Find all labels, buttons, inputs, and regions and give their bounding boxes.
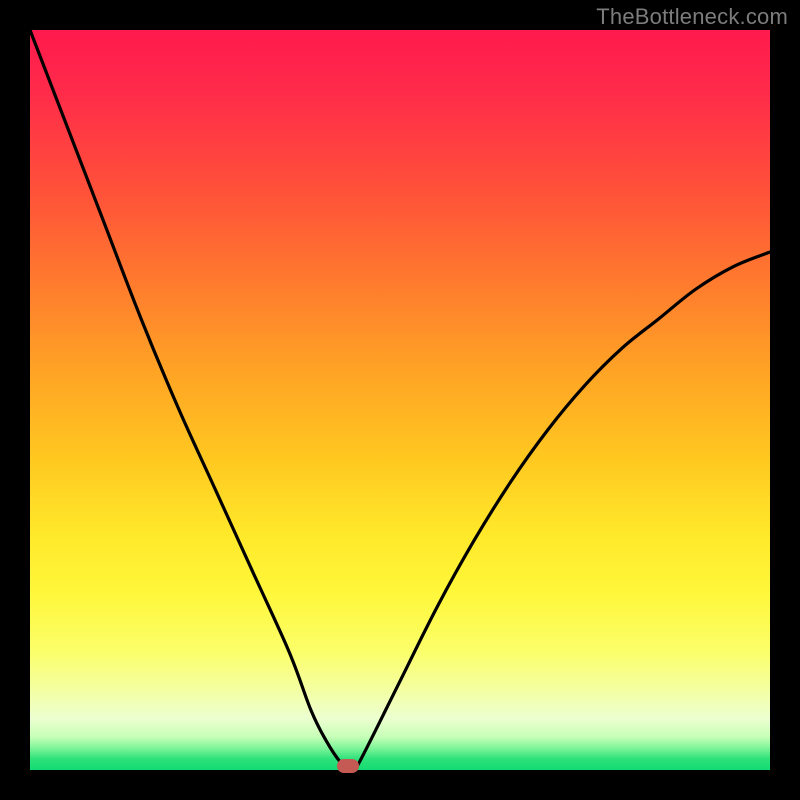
curve-path bbox=[30, 30, 770, 767]
chart-frame: TheBottleneck.com bbox=[0, 0, 800, 800]
optimal-point-marker bbox=[337, 759, 359, 773]
watermark-text: TheBottleneck.com bbox=[596, 4, 788, 30]
bottleneck-curve bbox=[30, 30, 770, 770]
plot-area bbox=[30, 30, 770, 770]
